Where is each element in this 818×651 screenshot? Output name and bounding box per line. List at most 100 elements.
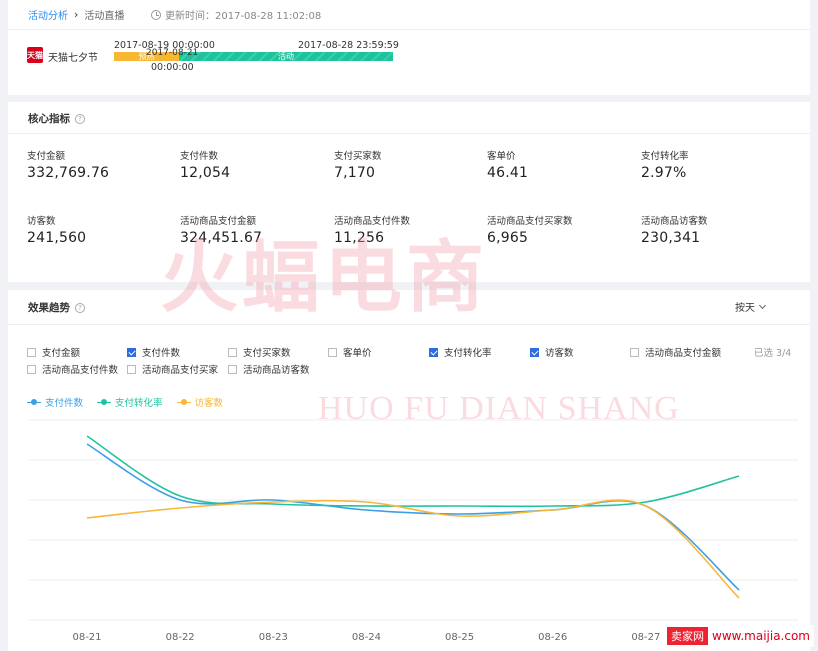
breadcrumb: 活动分析 › 活动直播: [28, 7, 124, 22]
core-metrics-title-text: 核心指标: [28, 113, 70, 125]
checkbox-icon: [630, 347, 639, 357]
timeline-live-segment: 活动: [179, 52, 393, 61]
checkbox-checked-icon: [127, 347, 136, 357]
site-logo: 卖家网: [667, 627, 708, 645]
metric-activity-visitors: 活动商品访客数 230,341: [641, 213, 791, 246]
checkbox-label: 活动商品支付件数: [42, 365, 119, 376]
checkbox-label: 活动商品支付买家: [142, 365, 219, 376]
metric-value: 230,341: [641, 230, 701, 246]
series-line-2[interactable]: [86, 499, 740, 599]
x-tick-label: 08-24: [352, 632, 381, 643]
update-time: 更新时间：2017-08-28 11:02:08: [151, 7, 321, 22]
metric-label: 活动商品支付金额: [180, 216, 257, 227]
x-tick-label: 08-21: [72, 632, 101, 643]
metric-pay-items: 支付件数 12,054: [180, 148, 330, 181]
checkbox-icon: [27, 347, 36, 357]
checkbox-icon: [328, 347, 337, 357]
trend-card: 效果趋势 ? 按天 支付金额 支付件数 支付买家数 客单价 支付转化率 访客数 …: [8, 290, 810, 651]
help-icon[interactable]: ?: [75, 302, 85, 313]
metric-checkbox[interactable]: 支付买家数: [228, 345, 291, 359]
site-url: www.maijia.com: [712, 629, 810, 643]
live-start-time: 00:00:00: [151, 62, 194, 73]
checkbox-label: 支付金额: [42, 348, 81, 359]
period-select-value: 按天: [735, 303, 755, 314]
metric-checkbox[interactable]: 活动商品支付买家: [127, 362, 218, 376]
chevron-right-icon: ›: [74, 8, 79, 21]
checkbox-icon: [228, 347, 237, 357]
metric-value: 324,451.67: [180, 230, 263, 246]
x-tick-label: 08-27: [631, 632, 660, 643]
metric-checkbox[interactable]: 活动商品支付金额: [630, 345, 721, 359]
checkbox-checked-icon: [530, 347, 539, 357]
trend-line-chart: 08-2108-2208-2308-2408-2508-2608-2708-28: [28, 419, 798, 643]
checkbox-icon: [228, 364, 237, 374]
metric-visitors: 访客数 241,560: [27, 213, 177, 246]
metric-value: 241,560: [27, 230, 87, 246]
metric-checkbox[interactable]: 访客数: [530, 345, 574, 359]
period-select[interactable]: 按天: [735, 299, 767, 314]
metric-value: 12,054: [180, 165, 231, 181]
breadcrumb-current: 活动直播: [84, 11, 125, 22]
metric-conversion-rate: 支付转化率 2.97%: [641, 148, 791, 181]
divider: [8, 133, 810, 134]
checkbox-checked-icon: [429, 347, 438, 357]
divider: [8, 324, 810, 325]
divider: [8, 29, 810, 30]
metric-value: 46.41: [487, 165, 529, 181]
metric-value: 7,170: [334, 165, 376, 181]
x-tick-label: 08-22: [166, 632, 195, 643]
metric-label: 活动商品访客数: [641, 216, 708, 227]
metric-checkbox[interactable]: 支付件数: [127, 345, 180, 359]
clock-icon: [151, 9, 161, 20]
metric-activity-pay-items: 活动商品支付件数 11,256: [334, 213, 484, 246]
activity-header-card: 活动分析 › 活动直播 更新时间：2017-08-28 11:02:08 天猫 …: [8, 0, 810, 95]
metric-activity-pay-amount: 活动商品支付金额 324,451.67: [180, 213, 330, 246]
trend-title-text: 效果趋势: [28, 302, 70, 314]
metric-checkbox[interactable]: 活动商品支付件数: [27, 362, 118, 376]
checkbox-label: 支付转化率: [444, 348, 492, 359]
x-tick-label: 08-25: [445, 632, 474, 643]
metric-label: 客单价: [487, 151, 516, 162]
checkbox-label: 活动商品支付金额: [645, 348, 722, 359]
metric-label: 支付金额: [27, 151, 66, 162]
metric-label: 支付件数: [180, 151, 219, 162]
x-tick-label: 08-26: [538, 632, 567, 643]
metric-checkbox[interactable]: 客单价: [328, 345, 372, 359]
metric-pay-buyers: 支付买家数 7,170: [334, 148, 484, 181]
metric-value: 332,769.76: [27, 165, 110, 181]
metric-label: 支付买家数: [334, 151, 382, 162]
live-start-date: 2017-08-21: [146, 48, 199, 58]
metric-pay-amount: 支付金额 332,769.76: [27, 148, 177, 181]
checkbox-label: 客单价: [343, 348, 372, 359]
core-metrics-card: 核心指标 ? 支付金额 332,769.76 支付件数 12,054 支付买家数…: [8, 102, 810, 282]
checkbox-label: 活动商品访客数: [243, 365, 310, 376]
metric-label: 支付转化率: [641, 151, 689, 162]
help-icon[interactable]: ?: [75, 113, 85, 124]
metric-checkbox[interactable]: 支付金额: [27, 345, 80, 359]
chevron-down-icon: [758, 301, 767, 309]
metric-avg-order: 客单价 46.41: [487, 148, 637, 181]
trend-title: 效果趋势 ?: [28, 300, 85, 315]
breadcrumb-activity-analysis[interactable]: 活动分析: [28, 7, 68, 22]
series-line-0[interactable]: [86, 443, 740, 591]
event-end-time: 2017-08-28 23:59:59: [298, 40, 399, 51]
metric-label: 访客数: [27, 216, 56, 227]
selected-count: 已选 3/4: [754, 348, 792, 359]
metric-checkbox[interactable]: 支付转化率: [429, 345, 492, 359]
site-badge: 卖家网 www.maijia.com: [663, 625, 814, 647]
update-time-text: 更新时间：2017-08-28 11:02:08: [165, 11, 322, 22]
core-metrics-title: 核心指标 ?: [28, 111, 85, 126]
metric-value: 2.97%: [641, 165, 687, 181]
tmall-logo-icon: 天猫: [27, 47, 43, 63]
checkbox-icon: [27, 364, 36, 374]
x-tick-label: 08-23: [259, 632, 288, 643]
checkbox-label: 访客数: [545, 348, 574, 359]
checkbox-label: 支付买家数: [243, 348, 291, 359]
checkbox-label: 支付件数: [142, 348, 181, 359]
metric-checkbox[interactable]: 活动商品访客数: [228, 362, 310, 376]
series-line-1[interactable]: [86, 435, 740, 508]
event-name: 天猫七夕节: [48, 53, 98, 64]
metric-value: 11,256: [334, 230, 385, 246]
metric-activity-pay-buyers: 活动商品支付买家数 6,965: [487, 213, 637, 246]
checkbox-icon: [127, 364, 136, 374]
